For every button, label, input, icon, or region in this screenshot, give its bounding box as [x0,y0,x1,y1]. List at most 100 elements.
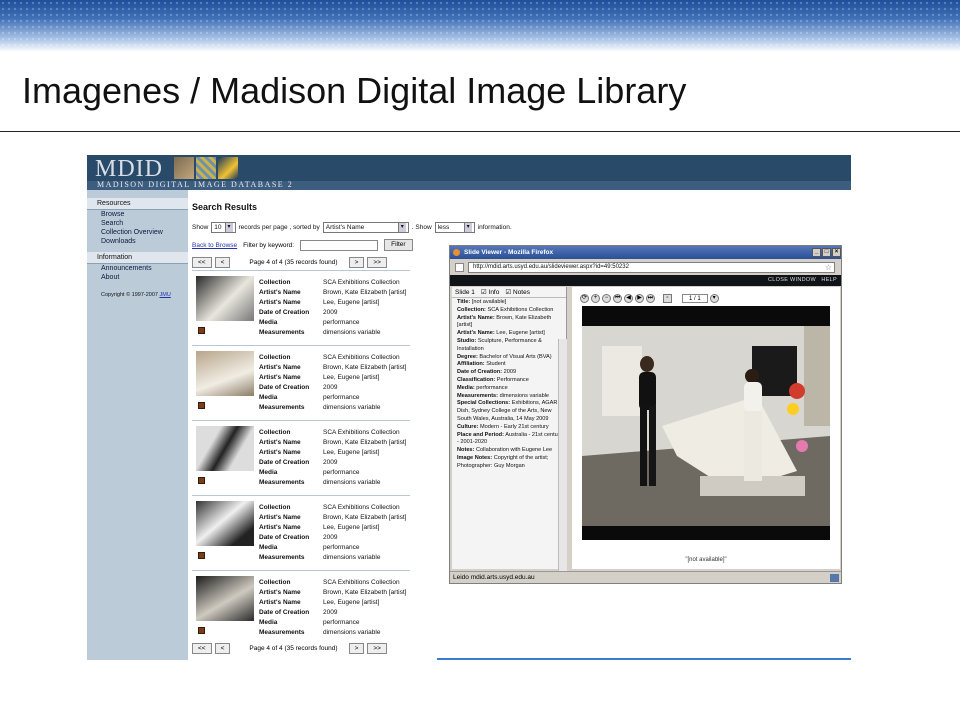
first-slide-icon[interactable]: ⏮ [613,293,622,303]
next-page-button[interactable]: > [348,643,365,654]
info-key: Measurements: [457,392,499,399]
field-label: Media [259,544,278,551]
sidebar-item-search[interactable]: Search [97,219,188,228]
save-icon[interactable] [198,477,205,484]
list-item[interactable]: Collection SCA Exhibitions Collection Arti… [192,570,410,643]
status-icon [830,574,839,582]
minimize-icon[interactable]: _ [812,248,821,257]
logo-thumbnails [174,157,238,179]
next-slide-icon[interactable]: ▶ [635,293,644,303]
field-label: Measurements [259,404,305,411]
slide-title: Imagenes / Madison Digital Image Library [22,70,687,111]
field-value: dimensions variable [323,629,381,636]
info-line: Measurements: dimensions variable [457,393,563,401]
last-slide-icon[interactable]: ⏭ [646,293,655,303]
viewer-toolbar: ⟳ + − ⏮ ◀ ▶ ⏭ ▫ 1 / 1 ▾ [580,293,719,303]
filter-button[interactable]: Filter [384,239,413,251]
info-scrollbar[interactable] [558,339,567,583]
next-page-button[interactable]: > [348,257,365,268]
first-page-button[interactable]: << [192,257,212,268]
field-label: Measurements [259,479,305,486]
save-icon[interactable] [198,552,205,559]
info-checkbox[interactable]: ☑ Info [481,288,499,296]
back-to-browse-link[interactable]: Back to Browse [192,242,237,249]
field-label: Measurements [259,329,305,336]
field-label: Artist's Name [259,299,301,306]
field-label: Date of Creation [259,384,310,391]
sidebar: Resources Browse Search Collection Overv… [87,190,188,660]
info-line: Degree: Bachelor of Visual Arts (BVA) [457,354,563,362]
field-label: Measurements [259,629,305,636]
info-line: Title: [not available] [457,299,563,307]
page-status: Page 4 of 4 (35 records found) [249,645,338,652]
first-page-button[interactable]: << [192,643,212,654]
last-page-button[interactable]: >> [367,257,387,268]
list-item[interactable]: Collection SCA Exhibitions Collection Arti… [192,420,410,493]
mdid-subtitle: Madison Digital Image Database 2 [97,180,294,189]
sidebar-item-browse[interactable]: Browse [97,210,188,219]
slide-image[interactable] [582,306,830,540]
field-label: Collection [259,504,291,511]
save-icon[interactable] [198,402,205,409]
info-key: Date of Creation: [457,369,503,376]
result-thumbnail[interactable] [196,426,254,471]
url-bar[interactable]: http://mdid.arts.usyd.edu.au/slideviewer… [468,262,835,273]
maximize-icon[interactable]: □ [822,248,831,257]
close-icon[interactable]: × [832,248,841,257]
prev-page-button[interactable]: < [214,643,231,654]
page-dropdown-icon[interactable]: ▾ [709,293,719,303]
info-line: Collection: SCA Exhibitions Collection [457,307,563,315]
fit-screen-icon[interactable]: ▫ [663,293,672,303]
previous-slide-icon[interactable]: ◀ [624,293,633,303]
field-label: Media [259,469,278,476]
info-line: Image Notes: Copyright of the artist; Ph… [457,455,563,471]
list-item[interactable]: Collection SCA Exhibitions Collection Arti… [192,345,410,418]
list-item[interactable]: Collection SCA Exhibitions Collection Arti… [192,495,410,568]
field-value: Lee, Eugene [artist] [323,599,380,606]
last-page-button[interactable]: >> [367,643,387,654]
zoom-out-icon[interactable]: − [602,293,611,303]
reset-zoom-icon[interactable]: ⟳ [580,293,589,303]
field-value: Brown, Kate Elizabeth [artist] [323,289,407,296]
chevron-down-icon: ▾ [463,223,472,232]
pager-bottom: << < Page 4 of 4 (35 records found) > >> [192,643,412,654]
save-icon[interactable] [198,627,205,634]
result-thumbnail[interactable] [196,576,254,621]
notes-checkbox[interactable]: ☑ Notes [505,288,530,296]
info-line: Artist's Name: Brown, Kate Elizabeth [ar… [457,315,563,331]
sidebar-item-announcements[interactable]: Announcements [97,264,188,273]
info-key: Place and Period: [457,431,504,438]
keyword-filter-input[interactable] [300,239,379,251]
field-value: dimensions variable [323,329,381,336]
list-item[interactable]: Collection SCA Exhibitions Collection Arti… [192,270,410,343]
chevron-down-icon: ▾ [397,223,406,232]
save-icon[interactable] [198,327,205,334]
info-key: Affiliation: [457,361,485,368]
field-label: Artist's Name [259,514,301,521]
field-value: 2009 [323,309,338,316]
page-title: Search Results [192,202,258,212]
result-thumbnail[interactable] [196,276,254,321]
sidebar-item-about[interactable]: About [97,273,188,282]
sort-select[interactable]: Artist's Name ▾ [322,222,409,233]
info-level-select[interactable]: less ▾ [434,222,475,233]
zoom-in-icon[interactable]: + [591,293,600,303]
sidebar-item-downloads[interactable]: Downloads [97,237,188,246]
info-key: Studio: [457,337,477,344]
sidebar-heading-information: Information [87,252,188,264]
field-value: Brown, Kate Elizabeth [artist] [323,364,407,371]
prev-page-button[interactable]: < [214,257,231,268]
viewer-links[interactable]: CLOSE WINDOW HELP [450,275,841,286]
result-thumbnail[interactable] [196,501,254,546]
info-key: Special Collections: [457,400,511,407]
records-per-page-select[interactable]: 10 ▾ [211,222,236,233]
bookmark-star-icon[interactable]: ☆ [825,263,832,272]
result-thumbnail[interactable] [196,351,254,396]
field-label: Collection [259,579,291,586]
window-titlebar[interactable]: Slide Viewer - Mozilla Firefox _ □ × [450,246,841,259]
field-label: Artist's Name [259,449,301,456]
field-value: Lee, Eugene [artist] [323,374,380,381]
jmu-link[interactable]: JMU [159,292,170,298]
sidebar-item-collection-overview[interactable]: Collection Overview [97,228,188,237]
info-key: Culture: [457,423,479,430]
